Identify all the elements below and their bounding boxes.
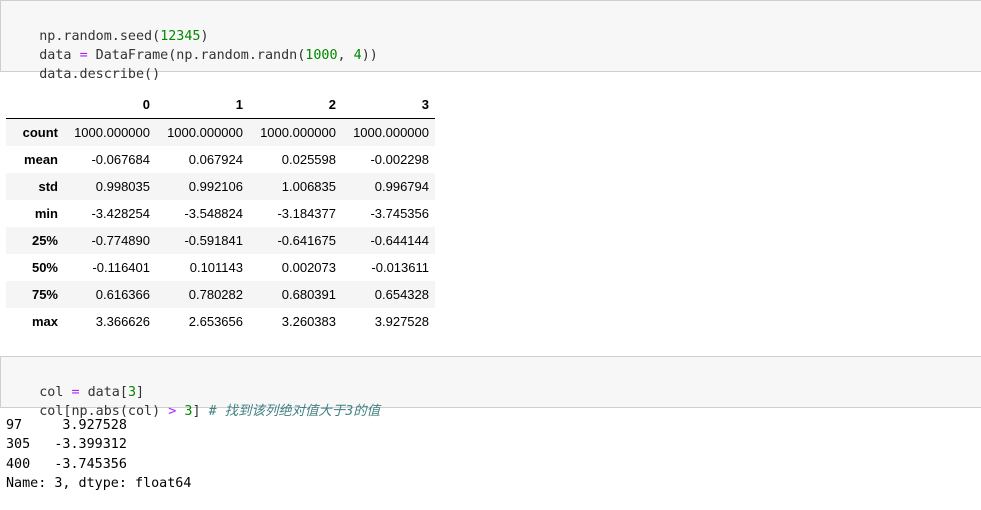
output-line: 97 3.927528	[6, 418, 127, 433]
index-header	[6, 91, 64, 119]
code-cell-1[interactable]: np.random.seed(12345) data = DataFrame(n…	[0, 0, 981, 82]
code-token: ))	[361, 48, 378, 63]
output-line: 400 -3.745356	[6, 457, 127, 472]
column-header: 2	[249, 91, 342, 119]
row-index: 50%	[31, 260, 58, 275]
table-cell: 3.366626	[95, 314, 150, 329]
row-index: count	[22, 125, 58, 140]
table-cell: 2.653656	[188, 314, 243, 329]
table-cell: 1000.000000	[353, 125, 429, 140]
output-line: Name: 3, dtype: float64	[6, 476, 192, 491]
table-row: max 3.366626 2.653656 3.260383 3.927528	[6, 308, 435, 335]
code-token: 4	[353, 48, 362, 63]
row-index: max	[31, 314, 58, 329]
table-cell: -0.644144	[370, 233, 429, 248]
column-header: 3	[342, 91, 435, 119]
table-header-row: 0 1 2 3	[6, 91, 435, 119]
code-token: ,	[337, 48, 354, 63]
table-cell: -3.428254	[91, 206, 150, 221]
table-cell: 0.067924	[188, 152, 243, 167]
table-cell: -3.184377	[277, 206, 336, 221]
table-cell: 1000.000000	[260, 125, 336, 140]
column-header: 0	[64, 91, 156, 119]
table-row: 50% -0.116401 0.101143 0.002073 -0.01361…	[6, 254, 435, 281]
table-cell: 0.025598	[281, 152, 336, 167]
table-cell: 0.680391	[281, 287, 336, 302]
table-cell: 0.998035	[95, 179, 150, 194]
table-cell: 0.996794	[374, 179, 429, 194]
table-cell: -0.641675	[277, 233, 336, 248]
table-cell: 1.006835	[281, 179, 336, 194]
table-row: 25% -0.774890 -0.591841 -0.641675 -0.644…	[6, 227, 435, 254]
table-cell: 0.101143	[189, 260, 243, 275]
table-cell: 1000.000000	[167, 125, 243, 140]
table-cell: -0.002298	[370, 152, 429, 167]
table-cell: -0.591841	[184, 233, 243, 248]
table-cell: 0.654328	[374, 287, 429, 302]
row-index: std	[38, 179, 59, 194]
code-token: data.describe()	[39, 67, 161, 82]
table-cell: 1000.000000	[74, 125, 150, 140]
table-cell: 0.780282	[188, 287, 243, 302]
table-cell: -0.774890	[91, 233, 150, 248]
table-cell: 0.616366	[95, 287, 150, 302]
row-index: min	[34, 206, 58, 221]
table-cell: -0.067684	[91, 152, 150, 167]
row-index: mean	[24, 152, 58, 167]
table-cell: 0.992106	[188, 179, 243, 194]
code-comment: # 找到该列绝对值大于3的值	[208, 404, 381, 419]
output-line: 305 -3.399312	[6, 437, 127, 452]
describe-table: 0 1 2 3 count 1000.000000 1000.000000 10…	[6, 91, 435, 335]
table-row: count 1000.000000 1000.000000 1000.00000…	[6, 118, 435, 146]
table-row: std 0.998035 0.992106 1.006835 0.996794	[6, 173, 435, 200]
table-cell: -3.745356	[370, 206, 429, 221]
row-index: 75%	[31, 287, 58, 302]
table-cell: 3.260383	[281, 314, 336, 329]
row-index: 25%	[31, 233, 58, 248]
code-cell-2[interactable]: col = data[3] col[np.abs(col) > 3] # 找到该…	[0, 356, 981, 419]
table-row: mean -0.067684 0.067924 0.025598 -0.0022…	[6, 146, 435, 173]
table-cell: -0.116401	[92, 260, 150, 275]
table-row: 75% 0.616366 0.780282 0.680391 0.654328	[6, 281, 435, 308]
code-token: 1000	[305, 48, 338, 63]
table-cell: -0.013611	[371, 260, 429, 275]
table-cell: 0.002073	[281, 260, 336, 275]
table-cell: -3.548824	[184, 206, 243, 221]
table-row: min -3.428254 -3.548824 -3.184377 -3.745…	[6, 200, 435, 227]
code-token: ]	[192, 404, 209, 419]
column-header: 1	[156, 91, 249, 119]
table-cell: 3.927528	[374, 314, 429, 329]
